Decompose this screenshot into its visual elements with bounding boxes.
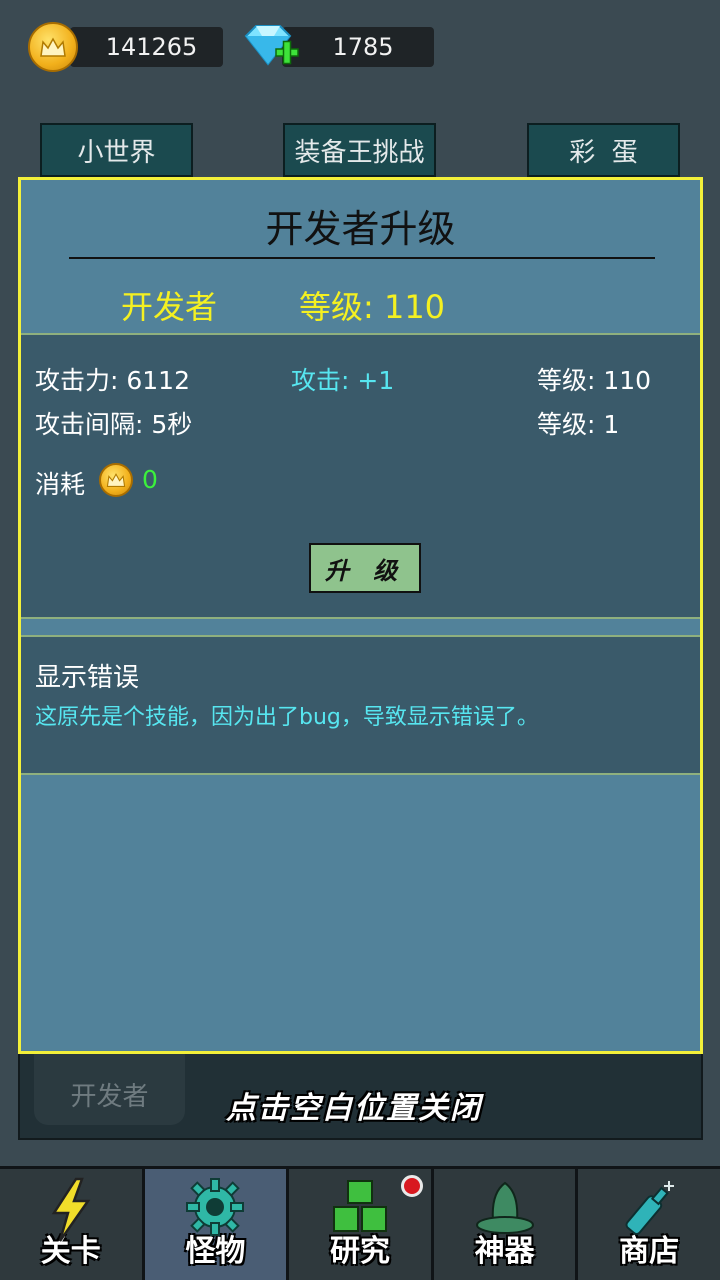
attack-level: 等级: 110 xyxy=(537,366,652,395)
blocks-icon xyxy=(332,1180,387,1232)
diamond-add-icon[interactable] xyxy=(240,22,302,72)
nav-item-artifact[interactable]: 神器 xyxy=(433,1169,579,1280)
skill-panel: 显示错误 这原先是个技能，因为出了bug，导致显示错误了。 xyxy=(21,635,700,775)
skill-description: 这原先是个技能，因为出了bug，导致显示错误了。 xyxy=(35,705,539,730)
attack-power: 攻击力: 6112 xyxy=(35,366,190,395)
diamond-amount-box: 1785 xyxy=(282,27,434,67)
dialog-title: 开发者升级 xyxy=(265,207,456,251)
lightning-icon xyxy=(51,1177,91,1242)
tab-equipment-challenge[interactable]: 装备王挑战 xyxy=(283,123,436,177)
gold-coin-icon xyxy=(99,463,133,497)
nav-item-research[interactable]: 研究 xyxy=(289,1169,434,1280)
interval-level: 等级: 1 xyxy=(537,410,620,439)
tab-easter-egg[interactable]: 彩 蛋 xyxy=(527,123,680,177)
attack-interval: 攻击间隔: 5秒 xyxy=(35,410,193,439)
close-hint: 点击空白位置关闭 xyxy=(226,1091,482,1126)
bottom-nav: 关卡 怪物 研究 神器 商店 xyxy=(0,1166,720,1280)
cost-label: 消耗 xyxy=(35,470,86,499)
tab-small-world[interactable]: 小世界 xyxy=(40,123,193,177)
hat-icon xyxy=(475,1181,534,1234)
upgrade-button[interactable]: 升 级 xyxy=(309,543,421,593)
nav-item-monster[interactable]: 怪物 xyxy=(144,1169,290,1280)
notification-dot xyxy=(400,1175,423,1197)
nav-item-shop[interactable]: 商店 xyxy=(578,1169,720,1280)
bottle-icon xyxy=(625,1181,675,1235)
background-hero-name: 开发者 xyxy=(70,1082,149,1112)
gold-amount: 141265 xyxy=(105,33,198,61)
skill-title: 显示错误 xyxy=(35,663,140,693)
hero-level: 等级: 110 xyxy=(299,288,446,326)
cost-value: 0 xyxy=(142,465,158,494)
gold-coin-icon xyxy=(28,22,78,72)
stats-panel: 攻击力: 6112 攻击: +1 等级: 110 攻击间隔: 5秒 等级: 1 … xyxy=(21,333,700,619)
gear-icon xyxy=(186,1178,245,1236)
diamond-amount: 1785 xyxy=(332,33,394,61)
hero-name: 开发者 xyxy=(121,288,218,326)
title-divider xyxy=(69,257,655,259)
attack-bonus: 攻击: +1 xyxy=(291,366,395,395)
upgrade-dialog: 开发者升级 开发者 等级: 110 攻击力: 6112 攻击: +1 等级: 1… xyxy=(18,177,703,1054)
gold-amount-box: 141265 xyxy=(70,27,223,67)
nav-item-stage[interactable]: 关卡 xyxy=(0,1169,145,1280)
